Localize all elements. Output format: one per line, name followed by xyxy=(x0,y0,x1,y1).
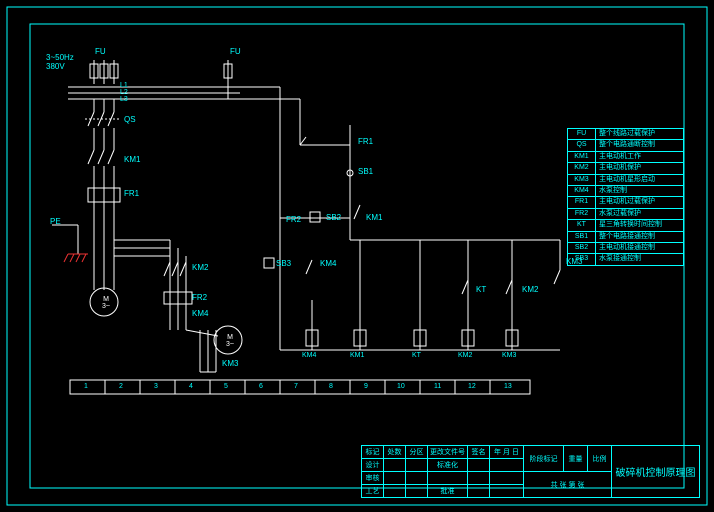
term-1: 1 xyxy=(84,383,88,390)
km2-label: KM2 xyxy=(192,264,208,272)
power-freq-label: 3~50Hz xyxy=(46,54,74,62)
line-l1-label: L1 xyxy=(120,82,128,89)
term-10: 10 xyxy=(397,383,405,390)
motor2-label: M3~ xyxy=(220,334,240,348)
sb3-label: SB3 xyxy=(276,260,291,268)
sb2-label: SB2 xyxy=(326,214,341,222)
legend-table: FU整个线路过载保护 QS整个电路通断控制 KM1主电动机工作 KM2主电动机保… xyxy=(567,128,684,266)
term-2: 2 xyxy=(119,383,123,390)
control-ladder xyxy=(264,115,560,350)
km3-label: KM3 xyxy=(222,360,238,368)
fr2-label: FR2 xyxy=(192,294,207,302)
term-6: 6 xyxy=(259,383,263,390)
qs-label: QS xyxy=(124,116,136,124)
pe-label: PE xyxy=(50,218,61,226)
power-volt-label: 380V xyxy=(46,63,65,71)
km1-main-label: KM1 xyxy=(124,156,140,164)
kt-label: KT xyxy=(476,286,486,294)
contactor-km3 xyxy=(200,330,216,372)
term-4: 4 xyxy=(189,383,193,390)
coil-km1-label: KM1 xyxy=(350,352,364,359)
bus-lines xyxy=(68,87,240,99)
fuse-left-label: FU xyxy=(95,48,106,56)
km4-aux-label: KM4 xyxy=(320,260,336,268)
fuse-right-label: FU xyxy=(230,48,241,56)
title-block: 标记 处数 分区 更改文件号 签名 年 月 日 阶段标记 重量 比例 破碎机控制… xyxy=(361,445,700,498)
fr1-label: FR1 xyxy=(124,190,139,198)
line-l3-label: L3 xyxy=(120,96,128,103)
km2-nc-label: KM2 xyxy=(522,286,538,294)
sb1-label: SB1 xyxy=(358,168,373,176)
switch-qs xyxy=(85,99,120,150)
km4-main-label: KM4 xyxy=(192,310,208,318)
term-3: 3 xyxy=(154,383,158,390)
coil-km4-label: KM4 xyxy=(302,352,316,359)
term-13: 13 xyxy=(504,383,512,390)
fr1-aux-label: FR1 xyxy=(358,138,373,146)
fr2-aux-label: FR2 xyxy=(286,216,301,224)
term-12: 12 xyxy=(468,383,476,390)
term-8: 8 xyxy=(329,383,333,390)
term-5: 5 xyxy=(224,383,228,390)
fuse-group-left xyxy=(90,60,118,84)
coil-km3-label: KM3 xyxy=(502,352,516,359)
terminal-strip xyxy=(70,380,530,394)
motor1-label: M3~ xyxy=(96,296,116,310)
term-7: 7 xyxy=(294,383,298,390)
contactor-km1 xyxy=(88,150,114,188)
term-9: 9 xyxy=(364,383,368,390)
term-11: 11 xyxy=(434,383,441,390)
line-l2-label: L2 xyxy=(120,89,128,96)
ground-pe xyxy=(52,225,88,262)
contactor-km2 xyxy=(164,262,186,276)
drawing-title: 破碎机控制原理图 xyxy=(612,446,700,498)
coil-km2-label: KM2 xyxy=(458,352,472,359)
thermal-fr1 xyxy=(88,188,120,210)
coil-kt-label: KT xyxy=(412,352,421,359)
km1-aux-label: KM1 xyxy=(366,214,382,222)
